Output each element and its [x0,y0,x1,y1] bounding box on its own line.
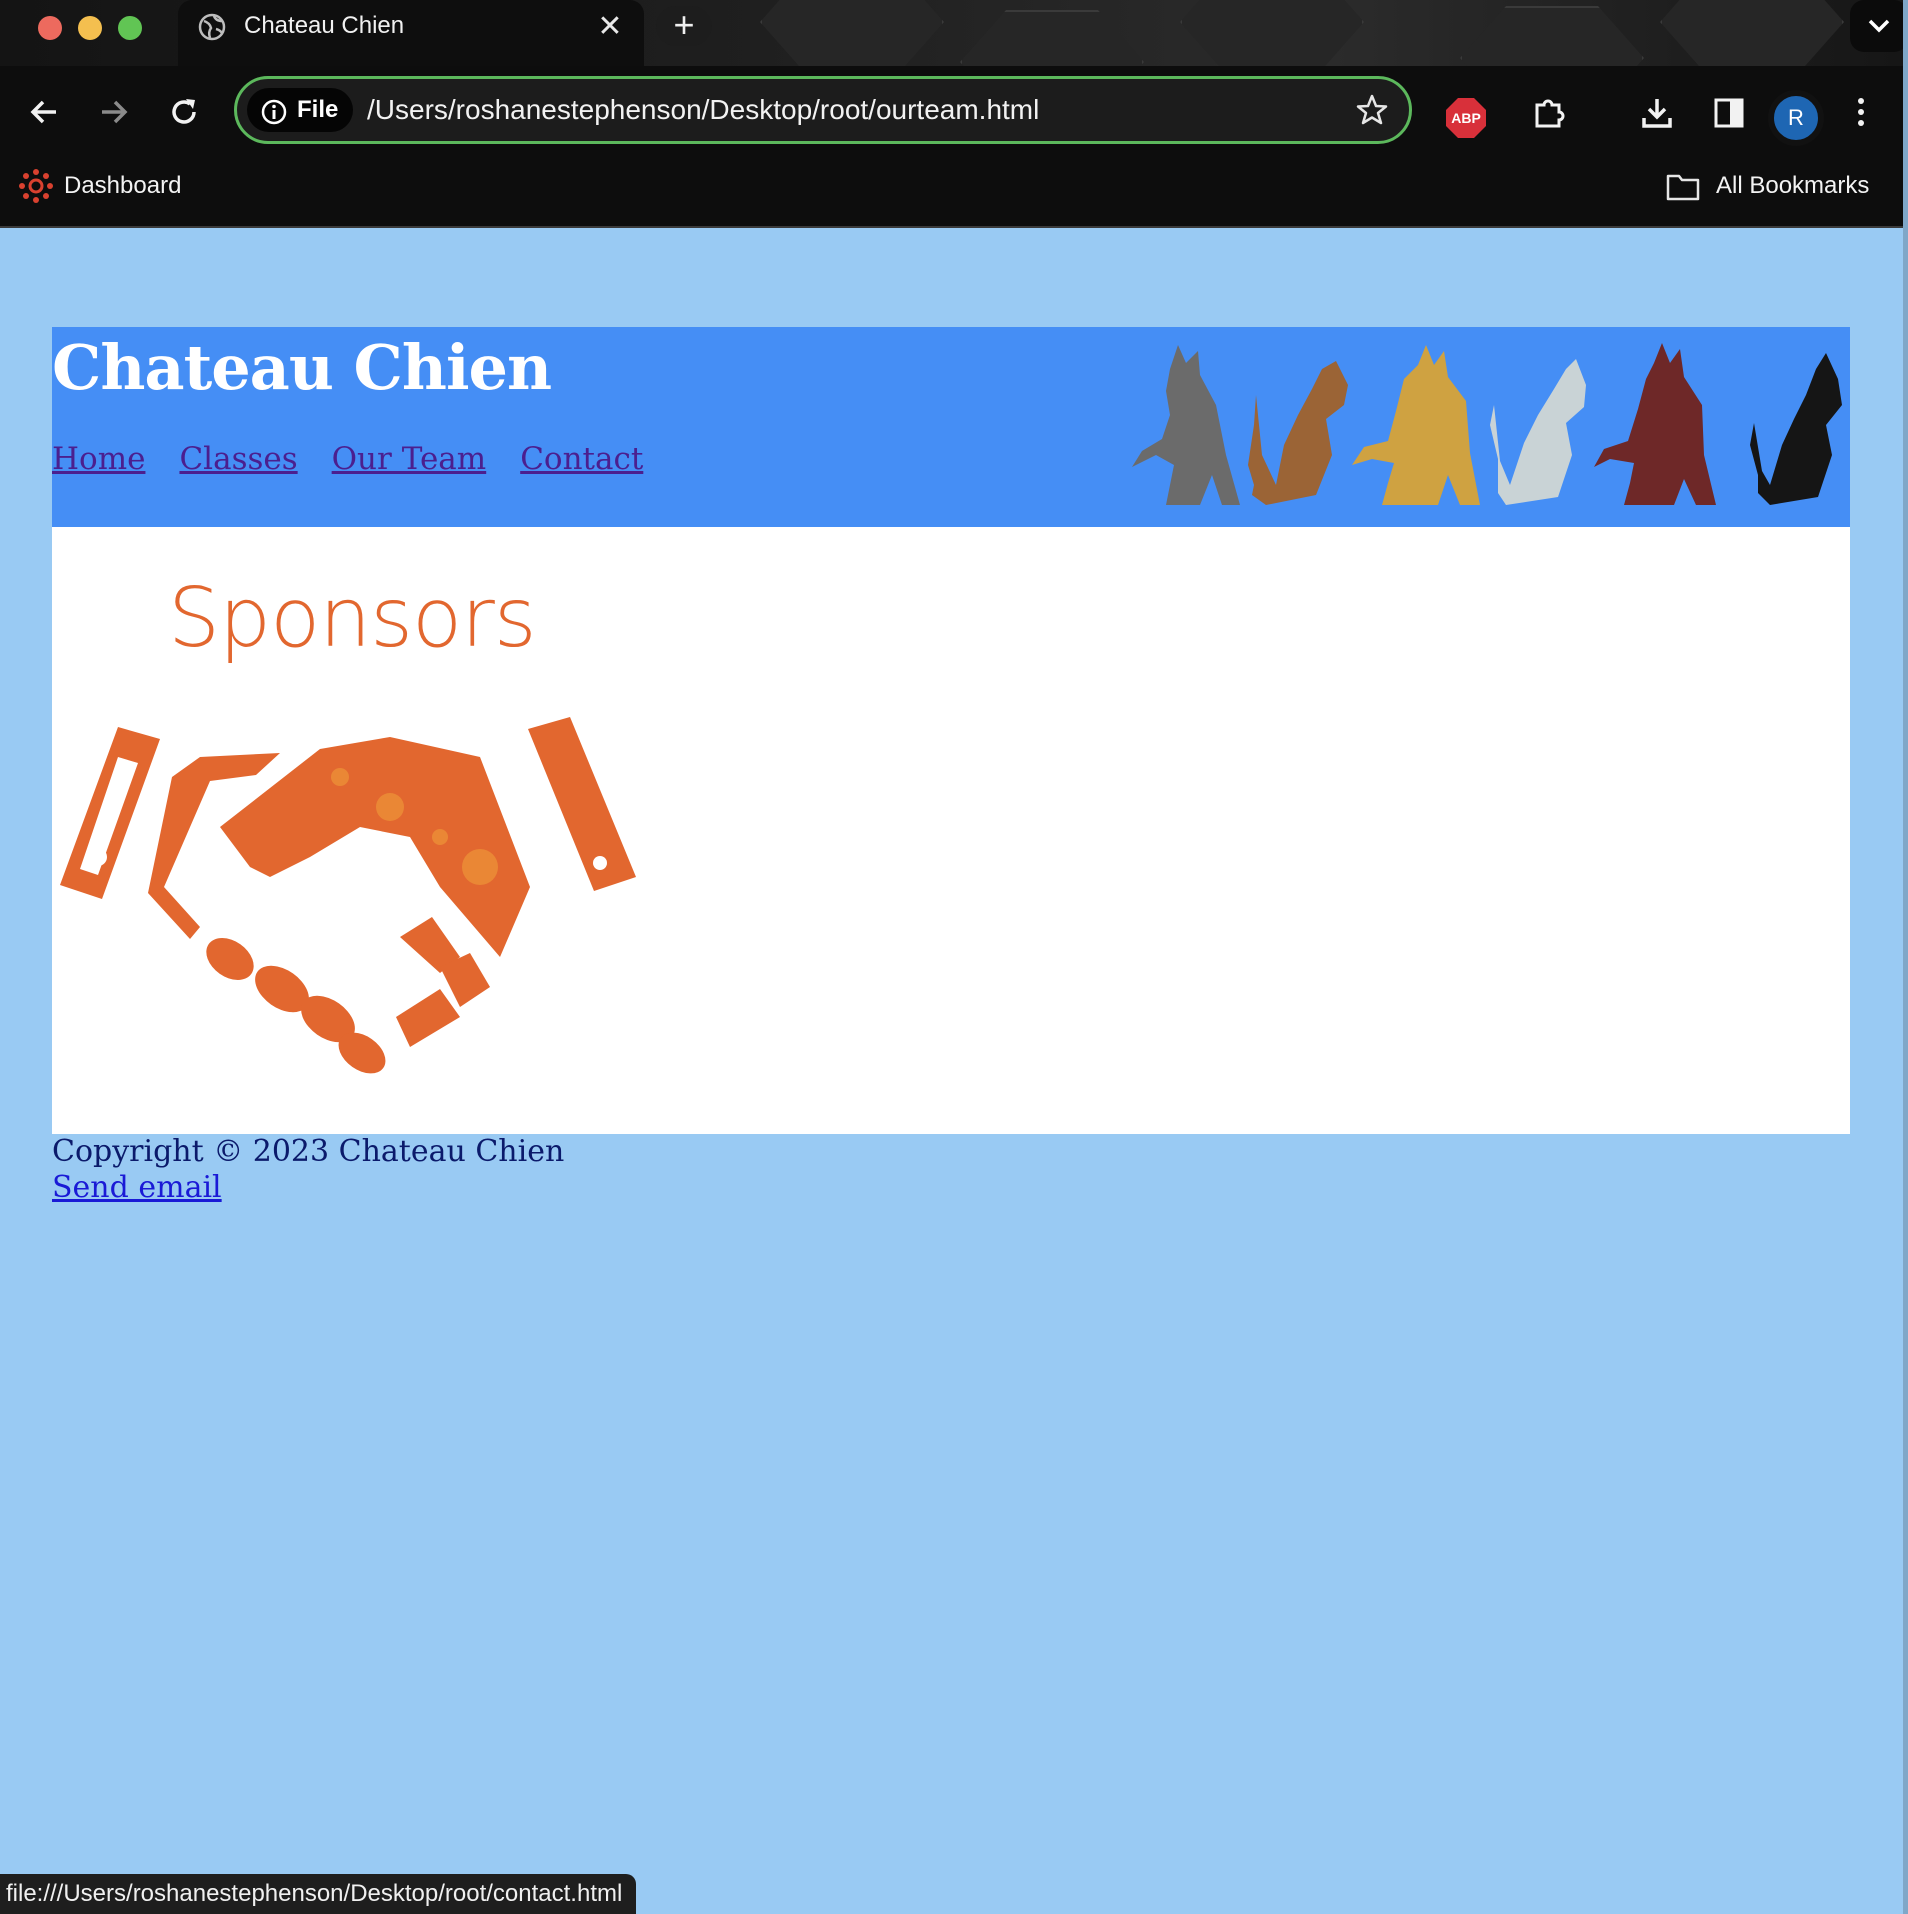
url-text[interactable]: /Users/roshanestephenson/Desktop/root/ou… [367,93,1039,127]
site-nav: Home Classes Our Team Contact [52,441,677,477]
profile-avatar-button[interactable]: R [1768,90,1824,146]
send-email-link[interactable]: Send email [52,1170,222,1205]
chevron-down-icon [1868,19,1890,33]
side-panel-button[interactable] [1700,66,1756,160]
forward-button[interactable] [86,66,142,160]
window-edge [1903,0,1908,1914]
site-info-label: File [297,96,339,123]
all-bookmarks-button[interactable]: All Bookmarks [1716,170,1869,202]
main-content: Sponsors [52,527,1850,1134]
menu-icon [1858,98,1864,126]
extensions-button[interactable] [1520,66,1576,160]
globe-icon [198,13,226,41]
browser-toolbar: File /Users/roshanestephenson/Desktop/ro… [0,66,1903,160]
downloads-button[interactable] [1628,66,1684,160]
tab-search-button[interactable] [1850,0,1908,52]
reload-button[interactable] [156,66,212,160]
download-icon [1642,99,1672,128]
tab-title: Chateau Chien [244,12,405,39]
wallpaper-hex [1180,0,1364,66]
new-tab-button[interactable]: + [656,6,712,46]
pets-silhouette-banner [1132,343,1842,505]
site-footer: Copyright © 2023 Chateau Chien Send emai… [52,1134,564,1206]
nav-link-contact[interactable]: Contact [520,441,643,477]
address-bar[interactable]: File /Users/roshanestephenson/Desktop/ro… [234,76,1412,144]
window-minimize-button[interactable] [78,16,102,40]
wallpaper-hex [1460,6,1644,66]
back-icon [30,100,56,124]
forward-icon [102,100,128,124]
site-header: Chateau Chien Home Classes Our Team Contact [52,327,1850,527]
reload-icon [172,99,196,124]
wallpaper-hex [960,10,1144,66]
back-button[interactable] [16,66,72,160]
nav-link-home[interactable]: Home [52,441,145,477]
site-title: Chateau Chien [52,331,552,404]
sidepanel-icon [1714,98,1744,128]
folder-icon [1666,174,1700,201]
sponsors-heading: Sponsors [168,571,537,666]
browser-tab-active[interactable]: Chateau Chien ✕ [178,0,644,66]
bookmarks-bar [0,160,1903,228]
status-bar-url: file:///Users/roshanestephenson/Desktop/… [0,1874,637,1914]
tab-close-icon[interactable]: ✕ [596,12,624,42]
browser-menu-button[interactable] [1836,66,1892,160]
copyright-text: Copyright © 2023 Chateau Chien [52,1134,565,1169]
canvas-icon [19,169,53,203]
site-info-chip[interactable]: File [247,88,353,132]
nav-link-classes[interactable]: Classes [179,441,297,477]
info-icon [261,99,287,125]
window-zoom-button[interactable] [118,16,142,40]
wallpaper-hex [760,0,944,66]
wallpaper-hex [1660,0,1844,66]
window-close-button[interactable] [38,16,62,40]
bookmark-dashboard[interactable]: Dashboard [64,170,181,202]
extensions-icon [1535,99,1565,128]
nav-link-our-team[interactable]: Our Team [332,441,487,477]
star-icon[interactable] [1355,93,1389,127]
handshake-icon [60,717,636,1074]
adblock-plus-button[interactable]: ABP [1446,98,1486,138]
